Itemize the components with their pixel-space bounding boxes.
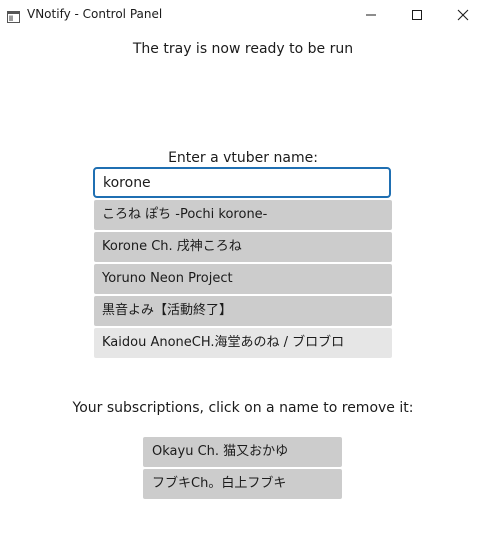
maximize-icon (411, 6, 423, 25)
vtuber-name-label: Enter a vtuber name: (168, 150, 318, 166)
vtuber-search-input[interactable] (93, 167, 391, 198)
subscription-item[interactable]: Okayu Ch. 猫又おかゆ (143, 437, 342, 467)
suggestion-item[interactable]: Korone Ch. 戌神ころね (94, 232, 392, 262)
suggestion-item[interactable]: Yoruno Neon Project (94, 264, 392, 294)
suggestion-list: ころね ぽち -Pochi korone- Korone Ch. 戌神ころね Y… (94, 200, 392, 360)
close-icon (457, 6, 469, 25)
subscription-item[interactable]: フブキCh。白上フブキ (143, 469, 342, 499)
suggestion-item-hovered[interactable]: Kaidou AnoneCH.海堂あのね / ブロブロ (94, 328, 392, 358)
title-bar[interactable]: VNotify - Control Panel (0, 0, 486, 30)
status-message: The tray is now ready to be run (132, 41, 354, 57)
subscription-list: Okayu Ch. 猫又おかゆ フブキCh。白上フブキ (143, 437, 342, 501)
control-panel-window: VNotify - Control Panel The tray is now … (0, 0, 486, 552)
app-window-icon (7, 8, 20, 23)
subscriptions-label: Your subscriptions, click on a name to r… (72, 400, 414, 416)
maximize-button[interactable] (394, 0, 440, 30)
suggestion-item[interactable]: 黒音よみ【活動終了】 (94, 296, 392, 326)
suggestion-item[interactable]: ころね ぽち -Pochi korone- (94, 200, 392, 230)
close-button[interactable] (440, 0, 486, 30)
minimize-icon (365, 6, 377, 25)
minimize-button[interactable] (348, 0, 394, 30)
window-title: VNotify - Control Panel (27, 7, 163, 21)
